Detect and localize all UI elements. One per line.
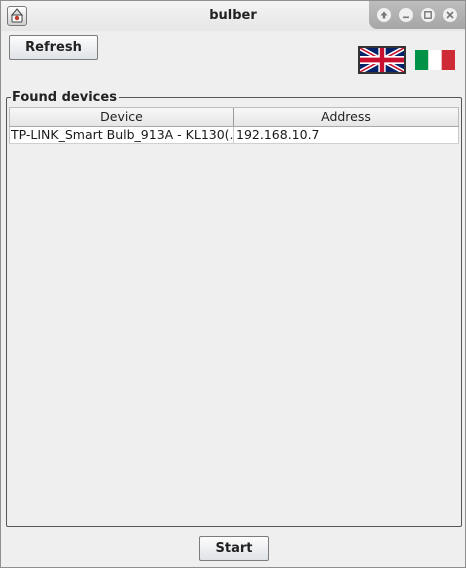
close-button[interactable] — [443, 8, 457, 22]
arrow-up-icon — [380, 11, 388, 19]
found-devices-panel: Found devices Device Address TP-LINK_Sma… — [6, 90, 462, 527]
window-controls — [369, 1, 465, 29]
language-en-button[interactable] — [358, 46, 406, 74]
device-cell[interactable]: TP-LINK_Smart Bulb_913A - KL130(... — [9, 127, 233, 143]
close-icon — [446, 11, 454, 19]
column-header-address[interactable]: Address — [233, 108, 459, 126]
table-header: Device Address — [9, 107, 459, 127]
roll-up-button[interactable] — [377, 8, 391, 22]
maximize-button[interactable] — [421, 8, 435, 22]
uk-flag-icon — [360, 48, 404, 72]
table-row[interactable]: TP-LINK_Smart Bulb_913A - KL130(... 192.… — [9, 127, 459, 144]
app-window: bulber Refresh Found devices Device Addr… — [0, 0, 466, 568]
maximize-icon — [424, 11, 432, 19]
start-button[interactable]: Start — [199, 536, 269, 561]
found-devices-title: Found devices — [11, 90, 119, 105]
title-bar[interactable]: bulber — [1, 1, 465, 31]
devices-table[interactable]: Device Address TP-LINK_Smart Bulb_913A -… — [9, 107, 459, 144]
refresh-button[interactable]: Refresh — [9, 35, 98, 60]
minimize-icon — [403, 16, 409, 19]
italy-flag-icon — [415, 50, 455, 70]
minimize-button[interactable] — [399, 8, 413, 22]
address-cell[interactable]: 192.168.10.7 — [233, 127, 459, 143]
language-it-button[interactable] — [415, 50, 455, 70]
column-header-device[interactable]: Device — [9, 108, 233, 126]
